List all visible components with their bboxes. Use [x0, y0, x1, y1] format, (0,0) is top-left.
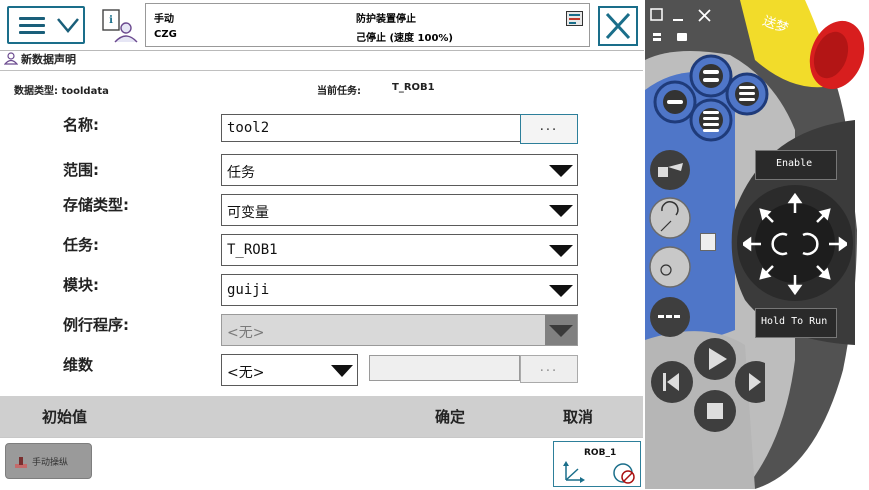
manual-jog-task-button[interactable]: 手动操纵	[5, 443, 92, 479]
current-task-label: 当前任务:	[317, 86, 361, 97]
pendant-hardware: Enable Hold To Run 送梦	[645, 0, 869, 489]
joystick-direction-icons	[743, 193, 847, 295]
event-log-icon	[566, 11, 583, 26]
stop-icon	[707, 403, 723, 419]
data-type-label: 数据类型: tooldata	[14, 86, 109, 97]
close-icon	[605, 12, 631, 40]
scope-select[interactable]: 任务	[221, 154, 578, 186]
routine-select: <无>	[221, 314, 578, 346]
task-value: T_ROB1	[227, 242, 278, 258]
enable-label: Enable	[776, 158, 813, 169]
safety-status: 防护装置停止	[356, 14, 416, 25]
name-keyboard-button[interactable]: ...	[520, 114, 578, 144]
hold-to-run-label: Hold To Run	[761, 316, 828, 327]
chevron-down-icon	[57, 18, 79, 33]
operating-mode: 手动	[154, 14, 174, 25]
module-select[interactable]: guiji	[221, 274, 578, 306]
chevron-down-icon	[545, 155, 577, 185]
playback-keys	[651, 338, 765, 432]
mechanical-unit-label: ROB_1	[584, 448, 617, 458]
motion-mode-key	[649, 197, 691, 239]
controller-name: CZG	[154, 29, 177, 40]
main-menu-button[interactable]	[7, 6, 85, 44]
cancel-button[interactable]: 取消	[563, 406, 593, 427]
manual-jog-label: 手动操纵	[32, 458, 69, 468]
divider	[0, 70, 643, 71]
storage-type-label: 存储类型:	[63, 196, 129, 214]
jog-icon	[15, 457, 27, 468]
dialog-title-text: 新数据声明	[21, 53, 76, 66]
keyboard-button-label: ...	[539, 360, 559, 375]
name-label: 名称:	[63, 116, 99, 134]
routine-value: <无>	[227, 325, 265, 341]
module-value: guiji	[227, 282, 270, 298]
dimension-value: <无>	[227, 365, 265, 381]
initial-value-button[interactable]: 初始值	[42, 406, 87, 427]
dimension-select[interactable]: <无>	[221, 354, 358, 386]
dimension-label: 维数	[63, 356, 94, 374]
storage-type-select[interactable]: 可变量	[221, 194, 578, 226]
coordinate-axes-icon	[563, 461, 585, 483]
chevron-down-icon	[545, 275, 577, 305]
chevron-down-icon	[545, 315, 577, 345]
module-label: 模块:	[63, 276, 99, 294]
info-user-icon[interactable]: i	[100, 8, 138, 44]
name-value: tool2	[227, 120, 270, 136]
close-button[interactable]	[598, 6, 638, 46]
speed-limit-icon	[613, 463, 635, 484]
dialog-title: 新数据声明	[4, 51, 76, 69]
mechanical-unit-key	[650, 150, 690, 190]
svg-text:i: i	[109, 15, 113, 26]
function-keys	[649, 150, 691, 337]
chevron-down-icon	[545, 235, 577, 265]
keyboard-button-label: ...	[539, 119, 559, 134]
task-select[interactable]: T_ROB1	[221, 234, 578, 266]
enable-button[interactable]: Enable	[755, 150, 837, 180]
ok-button[interactable]: 确定	[435, 406, 465, 427]
taskbar: 手动操纵 ROB_1	[0, 437, 643, 490]
task-label: 任务:	[63, 236, 99, 254]
quickset-button[interactable]: ROB_1	[553, 441, 641, 487]
run-status: 己停止 (速度 100%)	[356, 33, 453, 44]
dimension-size-input	[369, 355, 520, 381]
top-bar: i 手动 CZG 防护装置停止 己停止 (速度 100%)	[0, 0, 644, 51]
action-bar: 初始值 确定 取消	[0, 396, 643, 437]
hamburger-menu-icon	[19, 17, 45, 35]
current-task-value: T_ROB1	[392, 82, 435, 93]
scope-value: 任务	[227, 165, 255, 181]
storage-type-value: 可变量	[227, 205, 269, 221]
program-keys-top	[653, 54, 769, 142]
hold-to-run-button[interactable]: Hold To Run	[755, 308, 837, 338]
routine-label: 例行程序:	[63, 316, 129, 334]
status-panel[interactable]: 手动 CZG 防护装置停止 己停止 (速度 100%)	[145, 3, 590, 47]
new-data-icon	[4, 52, 18, 65]
flexpendant-screen: i 手动 CZG 防护装置停止 己停止 (速度 100%) 新数据声明 数据类型…	[0, 0, 646, 490]
scope-label: 范围:	[63, 161, 99, 179]
name-input[interactable]: tool2	[221, 114, 521, 142]
usb-port-icon	[700, 233, 716, 251]
chevron-down-icon	[545, 195, 577, 225]
chevron-down-icon	[329, 355, 357, 385]
dimension-keyboard-button: ...	[520, 355, 578, 383]
